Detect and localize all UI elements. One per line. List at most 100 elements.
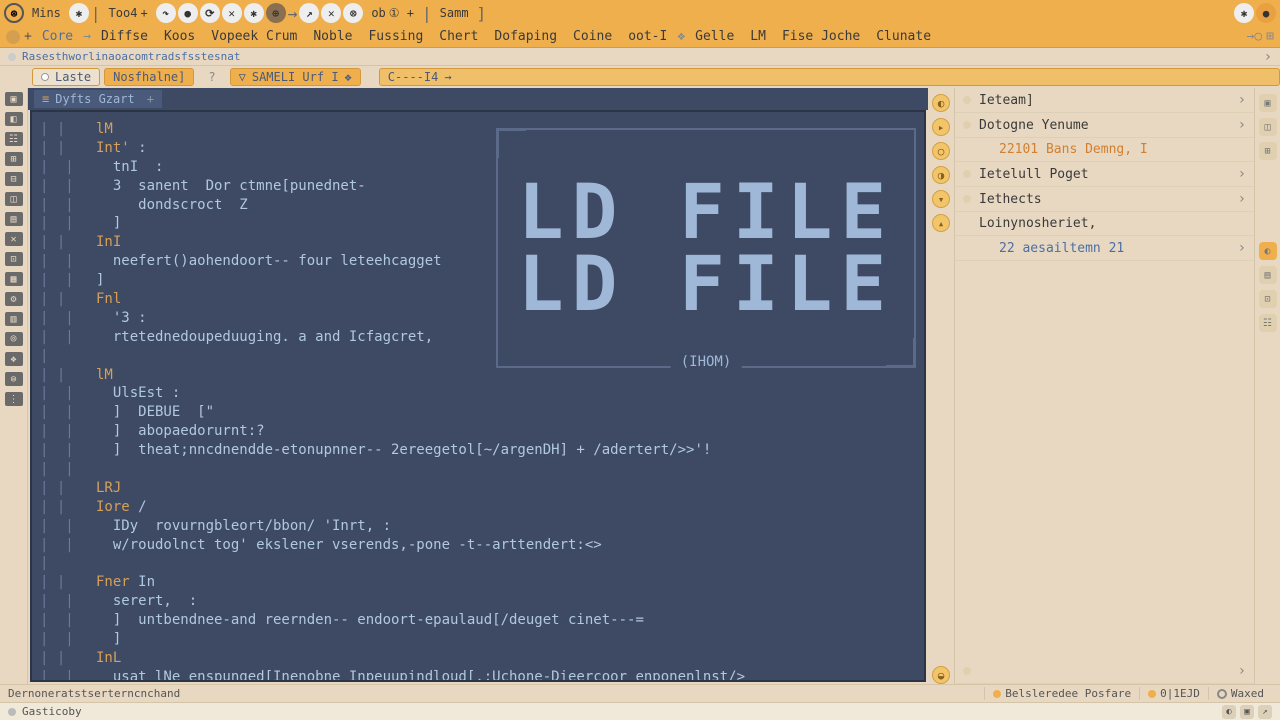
code-line[interactable]: | | neefert()aohendoort-- four leteehcag… xyxy=(40,252,924,271)
rail-icon[interactable]: ⌾ xyxy=(5,332,23,346)
code-line[interactable]: | | tnI : xyxy=(40,158,924,177)
rail-icon[interactable]: ✕ xyxy=(5,232,23,246)
tab-2[interactable]: Too4 + xyxy=(103,4,154,22)
rail-icon[interactable]: ⊟ xyxy=(5,172,23,186)
rail-icon[interactable]: ▣ xyxy=(5,92,23,106)
panel-row[interactable]: Ietelull Poget› xyxy=(955,162,1254,187)
code-line[interactable]: | |Fnl xyxy=(40,290,924,309)
status-cell[interactable]: Waxed xyxy=(1208,687,1272,700)
footer-icon[interactable]: ↗ xyxy=(1258,705,1272,719)
code-line[interactable]: | xyxy=(40,554,924,573)
rail-icon[interactable]: ⊞ xyxy=(5,152,23,166)
code-line[interactable]: | |InI xyxy=(40,233,924,252)
rail-icon[interactable]: ▥ xyxy=(5,312,23,326)
panel-row[interactable]: Dotogne Yenume› xyxy=(955,113,1254,138)
panel-footer[interactable]: › xyxy=(955,659,1254,684)
menu-item[interactable]: Coine xyxy=(567,29,618,44)
footer-icon[interactable]: ▣ xyxy=(1240,705,1254,719)
tab-close-icon[interactable]: ✕ xyxy=(321,3,341,23)
code-line[interactable]: | |lM xyxy=(40,120,924,139)
tab-action-icon[interactable]: ↷ xyxy=(156,3,176,23)
panel-row[interactable]: Loinynosheriet, xyxy=(955,212,1254,236)
menu-item[interactable]: Gelle xyxy=(689,29,740,44)
footer-icon[interactable]: ◐ xyxy=(1222,705,1236,719)
gutter-button[interactable]: ◐ xyxy=(932,94,950,112)
menu-item[interactable]: Core xyxy=(36,29,79,44)
code-line[interactable]: | | ] xyxy=(40,214,924,233)
rail-icon[interactable]: ⊡ xyxy=(5,252,23,266)
toolbar-chip[interactable]: Nosfhalne] xyxy=(104,68,194,86)
tab-3[interactable]: ob ① + xyxy=(365,4,420,22)
code-line[interactable]: | | ] theat;nncdnendde-etonupnner-- 2ere… xyxy=(40,441,924,460)
tab-close-icon[interactable]: ⊗ xyxy=(343,3,363,23)
tab-1[interactable]: Mins xyxy=(26,4,67,22)
gutter-button[interactable]: ▴ xyxy=(932,214,950,232)
gutter-button[interactable]: ◒ xyxy=(932,666,950,684)
gutter-button[interactable]: ▾ xyxy=(932,190,950,208)
rail-icon[interactable]: ⊞ xyxy=(1259,142,1277,160)
menu-item[interactable]: oot-I xyxy=(622,29,673,44)
tab-action-icon[interactable]: ⊕ xyxy=(266,3,286,23)
code-line[interactable]: | | IDy rovurngbleort/bbon/ 'Inrt, : xyxy=(40,517,924,536)
add-tab-icon[interactable]: + xyxy=(147,92,154,106)
code-line[interactable]: | |Iore / xyxy=(40,498,924,517)
tab-close-icon[interactable]: ✱ xyxy=(69,3,89,23)
code-line[interactable]: | |] xyxy=(40,271,924,290)
code-line[interactable]: | | dondscroct Z xyxy=(40,196,924,215)
code-editor[interactable]: | |lM| |Int' :| | tnI :| | 3 sanent Dor … xyxy=(30,110,926,682)
code-line[interactable]: | |InL xyxy=(40,649,924,668)
rail-icon[interactable]: ◧ xyxy=(5,112,23,126)
tab-action-icon[interactable]: ● xyxy=(178,3,198,23)
rail-icon[interactable]: ◫ xyxy=(5,192,23,206)
code-line[interactable]: | | ] abopaedorurnt:? xyxy=(40,422,924,441)
toolbar-chip[interactable]: Laste xyxy=(32,68,100,86)
code-line[interactable]: | xyxy=(40,347,924,366)
rail-icon[interactable]: ◫ xyxy=(1259,118,1277,136)
code-line[interactable]: | |LRJ xyxy=(40,479,924,498)
menu-item[interactable]: Fussing xyxy=(362,29,429,44)
app-icon[interactable]: ⊛ xyxy=(4,3,24,23)
tab-action-icon[interactable]: ↗ xyxy=(299,3,319,23)
menu-item[interactable]: Vopeek Crum xyxy=(205,29,303,44)
gutter-button[interactable]: ◑ xyxy=(932,166,950,184)
rail-icon[interactable]: ⊡ xyxy=(1259,290,1277,308)
menu-item[interactable]: Koos xyxy=(158,29,201,44)
chevron-right-icon[interactable]: › xyxy=(1264,49,1272,65)
code-line[interactable]: | | w/roudolnct tog' ekslener vserends,-… xyxy=(40,536,924,555)
panel-row[interactable]: Ieteam]› xyxy=(955,88,1254,113)
tab-action-icon[interactable]: ✱ xyxy=(244,3,264,23)
rail-icon[interactable]: ☷ xyxy=(5,132,23,146)
account-icon[interactable]: ● xyxy=(1256,3,1276,23)
rail-icon[interactable]: ▣ xyxy=(1259,94,1277,112)
gutter-button[interactable]: ○ xyxy=(932,142,950,160)
menu-item[interactable]: Fise Joche xyxy=(776,29,866,44)
gear-icon[interactable]: ✱ xyxy=(1234,3,1254,23)
panel-icon[interactable]: ⊞ xyxy=(1266,29,1274,44)
tab-close-icon[interactable]: ✕ xyxy=(222,3,242,23)
rail-icon[interactable]: ☷ xyxy=(1259,314,1277,332)
rail-icon[interactable]: ❖ xyxy=(5,352,23,366)
rail-icon[interactable]: ▦ xyxy=(5,272,23,286)
code-line[interactable]: | |lM xyxy=(40,366,924,385)
rail-icon[interactable]: ⋮ xyxy=(5,392,23,406)
code-line[interactable]: | | xyxy=(40,460,924,479)
code-line[interactable]: | | serert, : xyxy=(40,592,924,611)
toolbar-chip[interactable]: ▽ SAMELI Urf I ❖ xyxy=(230,68,361,86)
code-line[interactable]: | | 3 sanent Dor ctmne[punednet- xyxy=(40,177,924,196)
add-icon[interactable]: + xyxy=(24,29,32,44)
code-line[interactable]: | |Fner In xyxy=(40,573,924,592)
menu-item[interactable]: LM xyxy=(744,29,772,44)
file-tab[interactable]: ≡ Dyfts Gzart + xyxy=(34,90,162,108)
gutter-button[interactable]: ▸ xyxy=(932,118,950,136)
rail-icon[interactable]: ⚙ xyxy=(5,292,23,306)
panel-row[interactable]: Iethects› xyxy=(955,187,1254,212)
panel-row[interactable]: 22 aesailtemn 21› xyxy=(955,236,1254,261)
menu-item[interactable]: Diffse xyxy=(95,29,154,44)
status-cell[interactable]: 0|1EJD xyxy=(1139,687,1208,700)
breadcrumb-text[interactable]: Rasesthworlinaoacomtradsfsstesnat xyxy=(22,50,241,63)
collapse-icon[interactable]: →○ xyxy=(1247,29,1263,44)
code-line[interactable]: | | usat lNe enspunged[Inenobne Inpeuupi… xyxy=(40,668,924,682)
status-cell[interactable]: Belsleredee Posfare xyxy=(984,687,1139,700)
rail-icon[interactable]: ▤ xyxy=(5,212,23,226)
panel-row[interactable]: 22101 Bans Demng, I xyxy=(955,138,1254,162)
